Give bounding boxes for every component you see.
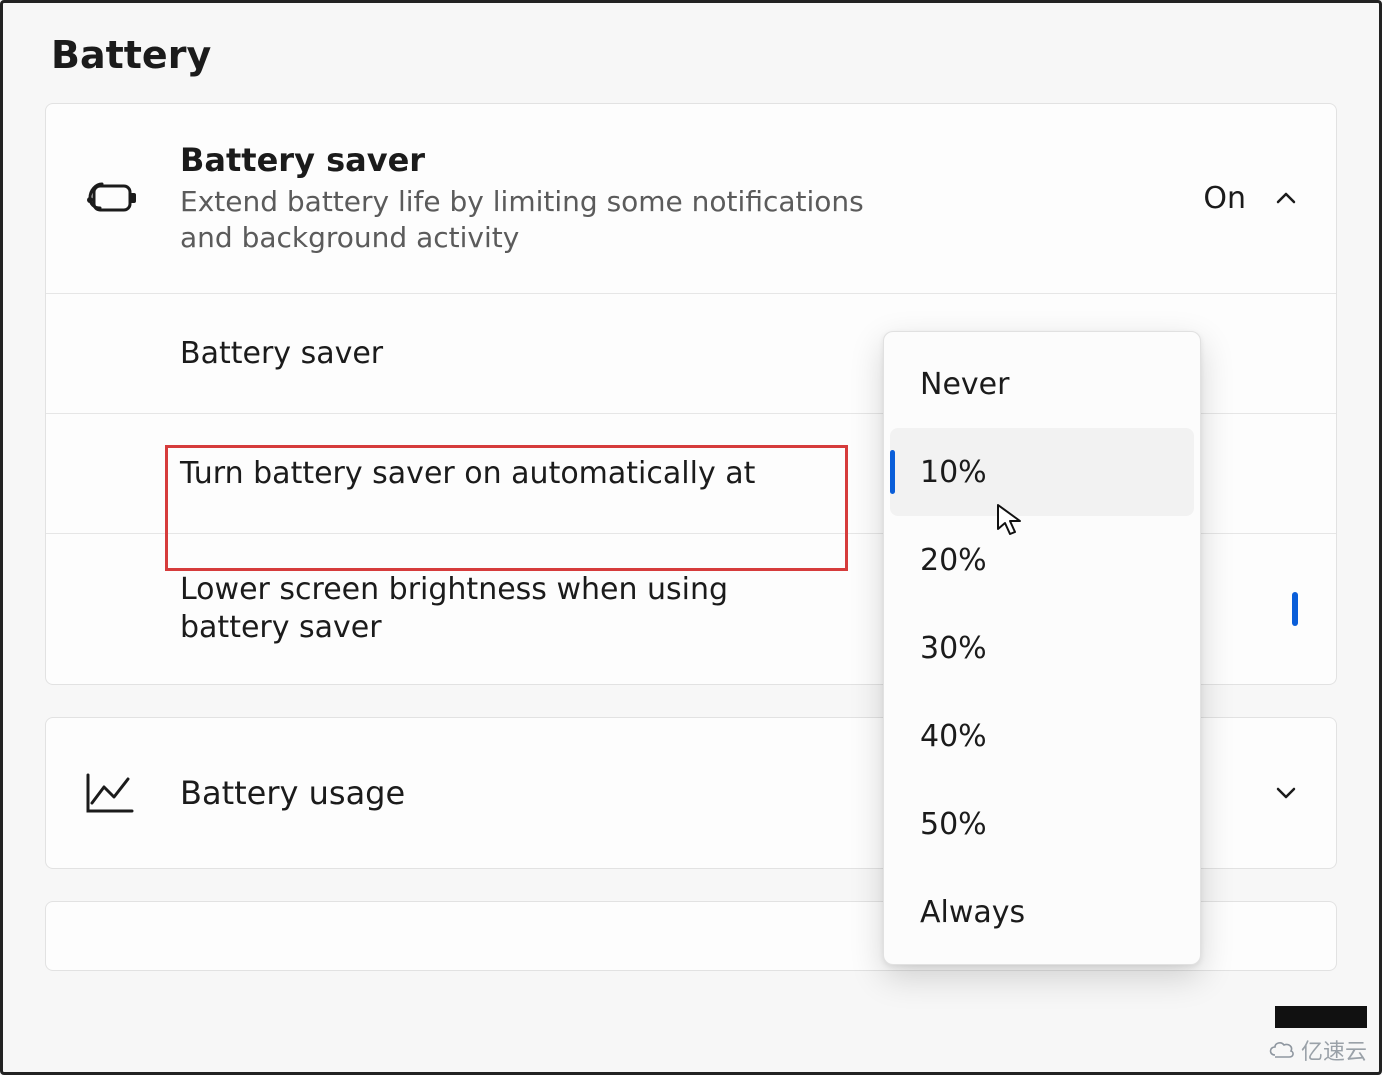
toggle-peek[interactable] (1292, 592, 1298, 626)
brightness-trailing (1292, 592, 1298, 626)
chart-icon (84, 771, 144, 815)
battery-saver-header-trailing: On (1203, 181, 1298, 216)
threshold-dropdown[interactable]: Never10%20%30%40%50%Always (883, 331, 1201, 965)
watermark: 亿速云 (1267, 1034, 1367, 1066)
battery-saver-status: On (1203, 181, 1246, 216)
dropdown-option[interactable]: Always (890, 868, 1194, 956)
watermark-text: 亿速云 (1301, 1034, 1367, 1066)
brightness-label: Lower screen brightness when using batte… (180, 571, 740, 646)
battery-saver-title: Battery saver (180, 140, 1185, 180)
battery-saver-header-row[interactable]: Battery saver Extend battery life by lim… (46, 104, 1336, 294)
dropdown-option[interactable]: 40% (890, 692, 1194, 780)
dropdown-option[interactable]: 20% (890, 516, 1194, 604)
battery-saver-subtitle: Extend battery life by limiting some not… (180, 184, 920, 257)
dropdown-option[interactable]: 50% (890, 780, 1194, 868)
chevron-up-icon[interactable] (1274, 186, 1298, 210)
chevron-down-icon[interactable] (1274, 781, 1298, 805)
settings-window: Battery Battery saver Extend battery lif… (0, 0, 1382, 1075)
battery-saver-icon (84, 178, 144, 218)
dropdown-option[interactable]: 30% (890, 604, 1194, 692)
page-title: Battery (51, 33, 1337, 77)
dropdown-option[interactable]: 10% (890, 428, 1194, 516)
battery-saver-header-text: Battery saver Extend battery life by lim… (180, 140, 1203, 257)
dropdown-option[interactable]: Never (890, 340, 1194, 428)
